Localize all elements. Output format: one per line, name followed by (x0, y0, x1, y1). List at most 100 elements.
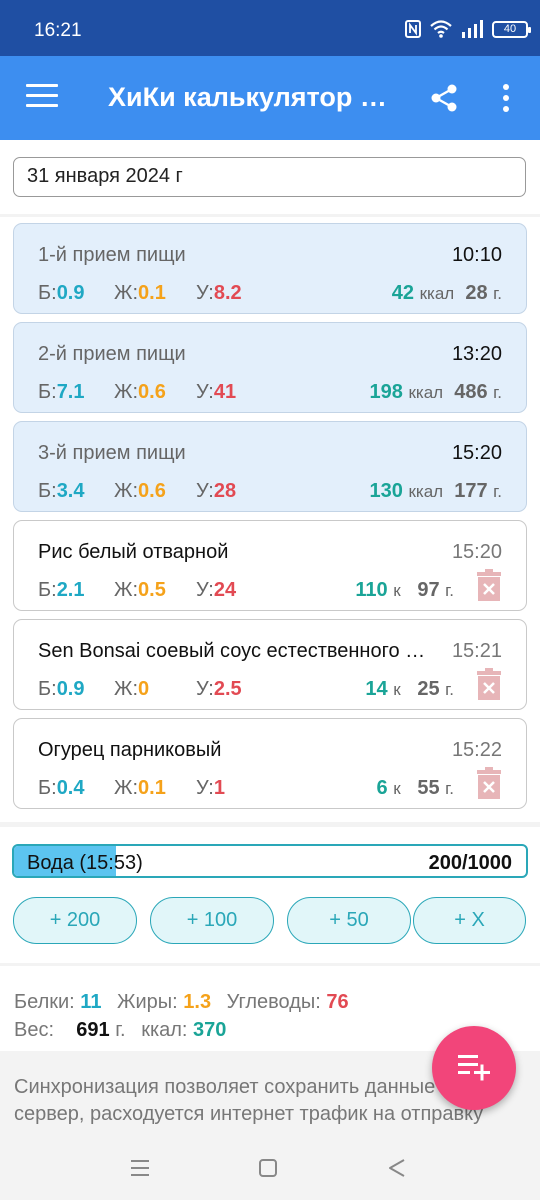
grams-value: 28 (465, 282, 488, 304)
food-card[interactable]: Sen Bonsai соевый соус естественного бро… (13, 619, 527, 710)
food-name: Рис белый отварной (38, 541, 229, 563)
protein-value: 0.9 (56, 678, 85, 700)
meal-card[interactable]: 3-й прием пищи 15:20 Б:3.4 Ж:0.6 У:28 13… (13, 421, 527, 512)
trash-icon[interactable] (476, 668, 502, 700)
kcal-value: 198 (369, 381, 403, 403)
protein-value: 0.9 (56, 282, 85, 304)
fat-label: Ж: (114, 282, 139, 304)
meal-name: 3-й прием пищи (38, 442, 186, 464)
kcal-value: 14 (365, 678, 388, 700)
fat-value: 0.1 (138, 282, 166, 304)
meal-totals: 42 ккал 28 г. (392, 282, 502, 305)
meal-time: 10:10 (451, 244, 502, 266)
kcal-unit: ккал (408, 482, 444, 501)
protein-value: 0.4 (56, 777, 85, 799)
more-vert-icon[interactable] (496, 82, 516, 114)
carb-label: У: (196, 678, 214, 700)
carb-label: У: (196, 282, 214, 304)
kcal-unit: ккал (419, 284, 455, 303)
water-section: Вода (15:53) 200/1000 + 200 + 100 + 50 +… (0, 827, 540, 963)
grams-value: 486 (454, 381, 488, 403)
carb-value: 41 (213, 381, 237, 403)
protein-total-value: 11 (80, 991, 102, 1013)
nav-home-icon[interactable] (256, 1156, 280, 1180)
status-icons: 40 (405, 18, 531, 40)
carb-total-label: Углеводы: (226, 991, 321, 1013)
fat-total-label: Жиры: (117, 991, 178, 1013)
signal-icon (462, 20, 483, 38)
carb-value: 24 (213, 579, 237, 601)
weight-label: Вес: (14, 1019, 55, 1041)
trash-icon[interactable] (476, 569, 502, 601)
fat-label: Ж: (114, 777, 139, 799)
add-water-custom-button[interactable]: + X (413, 897, 526, 944)
add-water-200-button[interactable]: + 200 (13, 897, 137, 944)
kcal-unit: к (393, 581, 401, 600)
add-water-50-button[interactable]: + 50 (287, 897, 411, 944)
protein-label: Б: (38, 282, 57, 304)
protein-value: 3.4 (56, 480, 85, 502)
meal-time: 13:20 (451, 343, 502, 365)
kcal-total-label: ккал: (141, 1019, 188, 1041)
grams-unit: г. (493, 482, 502, 501)
carb-label: У: (196, 777, 214, 799)
food-time: 15:21 (451, 640, 502, 662)
kcal-value: 130 (369, 480, 403, 502)
kcal-unit: ккал (408, 383, 444, 402)
trash-icon[interactable] (476, 767, 502, 799)
carb-value: 8.2 (213, 282, 242, 304)
protein-label: Б: (38, 381, 57, 403)
grams-unit: г. (445, 581, 454, 600)
meal-name: 1-й прием пищи (38, 244, 186, 266)
kcal-total-value: 370 (193, 1019, 227, 1041)
add-list-icon (458, 1055, 490, 1081)
protein-label: Б: (38, 480, 57, 502)
water-label: Вода (15:53) (27, 852, 143, 874)
grams-unit: г. (493, 284, 502, 303)
kcal-unit: к (393, 680, 401, 699)
app-title: ХиКи калькулятор калорий (108, 82, 398, 112)
grams-unit: г. (445, 779, 454, 798)
nav-recents-icon[interactable] (128, 1156, 152, 1180)
nav-back-icon[interactable] (385, 1156, 409, 1180)
macro-summary-row: Белки: 11 Жиры: 1.3 Углеводы: 76 (14, 991, 349, 1014)
nfc-icon (405, 20, 421, 38)
meals-list: 1-й прием пищи 10:10 Б:0.9 Ж:0.1 У:8.2 4… (0, 217, 540, 822)
fat-label: Ж: (114, 381, 139, 403)
meal-totals: 130 ккал 177 г. (370, 480, 502, 503)
food-totals: 110 к 97 г. (355, 579, 454, 602)
carb-label: У: (196, 480, 214, 502)
food-time: 15:22 (451, 739, 502, 761)
meal-name: 2-й прием пищи (38, 343, 186, 365)
weight-unit: г. (115, 1019, 126, 1041)
date-field[interactable]: 31 января 2024 г (13, 157, 526, 197)
fat-label: Ж: (114, 480, 139, 502)
food-name: Огурец парниковый (38, 739, 222, 761)
protein-value: 2.1 (56, 579, 85, 601)
weight-summary-row: Вес: 691 г. ккал: 370 (14, 1019, 226, 1042)
protein-value: 7.1 (56, 381, 85, 403)
wifi-icon (430, 20, 452, 38)
add-food-fab[interactable] (432, 1026, 516, 1110)
water-progress-bar[interactable]: Вода (15:53) 200/1000 (12, 844, 528, 878)
meal-totals: 198 ккал 486 г. (370, 381, 502, 404)
carb-value: 2.5 (213, 678, 242, 700)
meal-card[interactable]: 1-й прием пищи 10:10 Б:0.9 Ж:0.1 У:8.2 4… (13, 223, 527, 314)
protein-label: Б: (38, 579, 57, 601)
meal-card[interactable]: 2-й прием пищи 13:20 Б:7.1 Ж:0.6 У:41 19… (13, 322, 527, 413)
add-water-100-button[interactable]: + 100 (150, 897, 274, 944)
carb-value: 1 (213, 777, 225, 799)
food-card[interactable]: Рис белый отварной 15:20 Б:2.1 Ж:0.5 У:2… (13, 520, 527, 611)
share-icon[interactable] (428, 82, 460, 114)
food-name: Sen Bonsai соевый соус естественного бро… (38, 640, 436, 662)
menu-icon[interactable] (26, 84, 58, 110)
grams-value: 25 (417, 678, 440, 700)
grams-value: 177 (454, 480, 488, 502)
food-totals: 14 к 25 г. (365, 678, 454, 701)
fat-value: 0 (138, 678, 150, 700)
fat-value: 0.6 (138, 381, 166, 403)
food-card[interactable]: Огурец парниковый 15:22 Б:0.4 Ж:0.1 У:1 … (13, 718, 527, 809)
protein-label: Б: (38, 777, 57, 799)
carb-value: 28 (213, 480, 237, 502)
protein-label: Б: (38, 678, 57, 700)
